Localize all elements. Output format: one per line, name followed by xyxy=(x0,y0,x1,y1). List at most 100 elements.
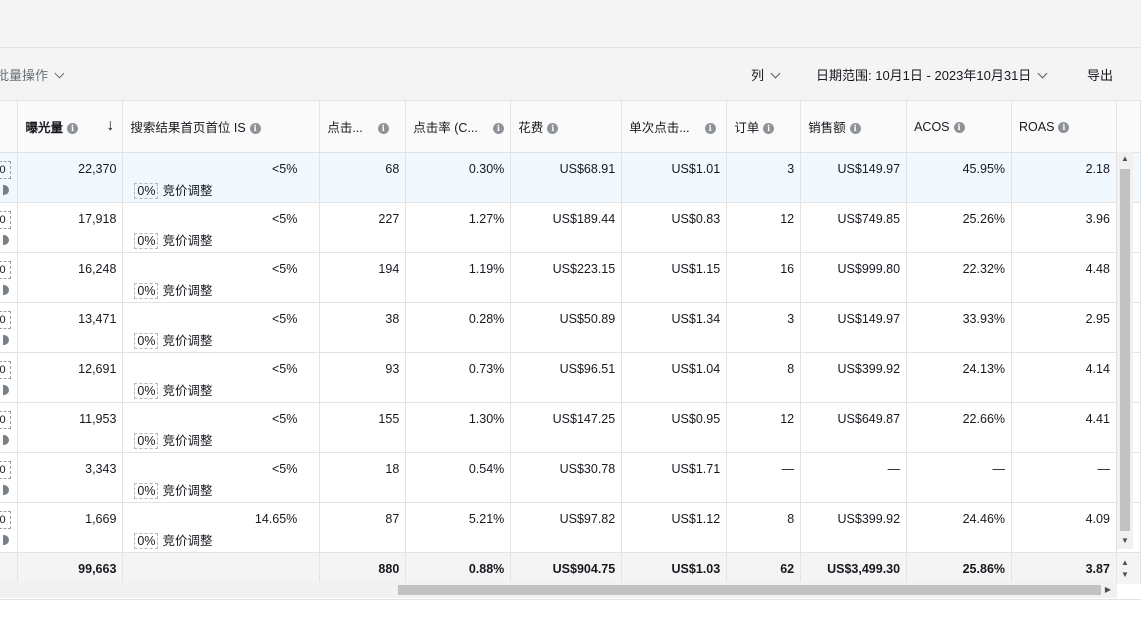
table-row[interactable]: 0 16,248 <5% 0% 竞价调整 194 1.19% US$223.15 U… xyxy=(0,252,1141,303)
row-edge-control[interactable]: 0 xyxy=(0,502,19,553)
cell-clicks: 194 xyxy=(319,252,407,303)
vertical-scrollbar[interactable]: ▲ ▼ xyxy=(1117,152,1133,549)
vertical-scrollbar-thumb[interactable] xyxy=(1120,169,1130,531)
cell-acos: — xyxy=(906,452,1013,503)
cell-cpc: US$0.95 xyxy=(621,402,728,453)
table-row[interactable]: 0 22,370 <5% 0% 竞价调整 68 0.30% US$68.91 US$… xyxy=(0,152,1141,203)
cell-spend: US$223.15 xyxy=(510,252,623,303)
row-edge-control[interactable]: 0 xyxy=(0,152,19,203)
info-icon[interactable]: i xyxy=(953,121,965,133)
row-edge-control[interactable]: 0 xyxy=(0,302,19,353)
export-button[interactable]: 导出 xyxy=(1087,65,1113,84)
info-icon[interactable]: i xyxy=(67,123,78,134)
table-row[interactable]: 0 13,471 <5% 0% 竞价调整 38 0.28% US$50.89 US$… xyxy=(0,302,1141,353)
chevron-down-icon xyxy=(1037,68,1048,79)
table-row[interactable]: 0 11,953 <5% 0% 竞价调整 155 1.30% US$147.25 U… xyxy=(0,402,1141,453)
bid-adjustment[interactable]: 0% 竞价调整 xyxy=(134,530,213,549)
scroll-right-arrow-icon[interactable]: ▶ xyxy=(1100,585,1116,594)
total-cpc: US$1.03 xyxy=(621,552,728,584)
header-sales[interactable]: 销售额 i xyxy=(800,100,908,153)
scroll-up-arrow-icon[interactable]: ▲ xyxy=(1117,154,1133,163)
cell-cpc: US$1.15 xyxy=(621,252,728,303)
header-spend[interactable]: 花费 i xyxy=(510,100,623,153)
bid-adjustment[interactable]: 0% 竞价调整 xyxy=(134,330,213,349)
cell-ctr: 1.27% xyxy=(405,202,512,253)
date-range-label: 日期范围: 10月1日 - 2023年10月31日 xyxy=(816,68,1032,83)
cell-orders: 8 xyxy=(726,502,802,553)
cell-spend: US$189.44 xyxy=(510,202,623,253)
header-top-of-search-is[interactable]: 搜索结果首页首位 IS i xyxy=(122,100,321,153)
info-icon[interactable]: i xyxy=(492,123,504,134)
totals-scroll-up-arrow-icon[interactable]: ▲ xyxy=(1117,558,1133,567)
horizontal-scrollbar-thumb[interactable] xyxy=(398,585,1101,595)
cell-acos: 24.13% xyxy=(906,352,1013,403)
bid-adjustment[interactable]: 0% 竞价调整 xyxy=(134,380,213,399)
columns-dropdown[interactable]: 列 xyxy=(751,65,781,84)
cell-roas: 2.95 xyxy=(1011,302,1117,353)
info-icon[interactable]: i xyxy=(547,123,559,134)
cell-ctr: 5.21% xyxy=(405,502,512,553)
cell-clicks: 38 xyxy=(319,302,407,353)
cell-spend: US$96.51 xyxy=(510,352,623,403)
cell-impressions: 3,343 xyxy=(17,452,124,503)
bid-adjustment[interactable]: 0% 竞价调整 xyxy=(134,180,213,199)
cell-acos: 45.95% xyxy=(906,152,1013,203)
bid-adjustment[interactable]: 0% 竞价调整 xyxy=(134,480,213,499)
cell-orders: 16 xyxy=(726,252,802,303)
table-row[interactable]: 0 12,691 <5% 0% 竞价调整 93 0.73% US$96.51 US$… xyxy=(0,352,1141,403)
table-toolbar: 批量操作 列 日期范围: 10月1日 - 2023年10月31日 导出 xyxy=(0,48,1141,100)
info-icon[interactable]: i xyxy=(849,123,861,134)
header-impressions[interactable]: 曝光量 i ↓ xyxy=(17,100,124,153)
date-range-dropdown[interactable]: 日期范围: 10月1日 - 2023年10月31日 xyxy=(816,65,1048,84)
row-edge-control[interactable]: 0 xyxy=(0,252,19,303)
cell-clicks: 155 xyxy=(319,402,407,453)
cell-roas: 4.09 xyxy=(1011,502,1117,553)
cell-top-of-search-is: <5% 0% 竞价调整 xyxy=(122,252,321,303)
totals-scroll-down-arrow-icon[interactable]: ▼ xyxy=(1117,570,1133,579)
table-row[interactable]: 0 3,343 <5% 0% 竞价调整 18 0.54% US$30.78 US$1… xyxy=(0,452,1141,503)
total-orders: 62 xyxy=(726,552,802,584)
info-icon[interactable]: i xyxy=(377,123,389,134)
cell-roas: 3.96 xyxy=(1011,202,1117,253)
cell-acos: 22.32% xyxy=(906,252,1013,303)
header-ctr[interactable]: 点击率 (C... i xyxy=(405,100,512,153)
export-label: 导出 xyxy=(1087,68,1114,83)
table-row[interactable]: 0 1,669 14.65% 0% 竞价调整 87 5.21% US$97.82 U… xyxy=(0,502,1141,553)
info-icon[interactable]: i xyxy=(249,123,261,134)
row-edge-control[interactable]: 0 xyxy=(0,452,19,503)
scroll-down-arrow-icon[interactable]: ▼ xyxy=(1117,536,1133,545)
row-edge-control[interactable]: 0 xyxy=(0,352,19,403)
header-roas[interactable]: ROAS i xyxy=(1011,100,1117,153)
row-edge-control[interactable]: 0 xyxy=(0,202,19,253)
cell-roas: 4.48 xyxy=(1011,252,1117,303)
bid-adjustment[interactable]: 0% 竞价调整 xyxy=(134,230,213,249)
cell-top-of-search-is: <5% 0% 竞价调整 xyxy=(122,202,321,253)
cell-top-of-search-is: 14.65% 0% 竞价调整 xyxy=(122,502,321,553)
bulk-actions-dropdown[interactable]: 批量操作 xyxy=(0,65,65,84)
cell-sales: US$649.87 xyxy=(800,402,908,453)
toggle-dot-icon xyxy=(3,285,10,295)
cell-orders: 3 xyxy=(726,152,802,203)
info-icon[interactable]: i xyxy=(704,123,716,134)
header-filler xyxy=(1116,100,1141,153)
cell-ctr: 0.54% xyxy=(405,452,512,503)
row-edge-control[interactable]: 0 xyxy=(0,402,19,453)
bid-adjustment[interactable]: 0% 竞价调整 xyxy=(134,430,213,449)
table-row[interactable]: 0 17,918 <5% 0% 竞价调整 227 1.27% US$189.44 U… xyxy=(0,202,1141,253)
cell-cpc: US$1.04 xyxy=(621,352,728,403)
cell-top-of-search-is: <5% 0% 竞价调整 xyxy=(122,452,321,503)
info-icon[interactable]: i xyxy=(1058,121,1070,133)
cell-impressions: 17,918 xyxy=(17,202,124,253)
header-cpc[interactable]: 单次点击... i xyxy=(621,100,728,153)
bid-adjustment[interactable]: 0% 竞价调整 xyxy=(134,280,213,299)
toggle-dot-icon xyxy=(3,435,10,445)
header-edge xyxy=(0,100,19,153)
header-clicks[interactable]: 点击... i xyxy=(319,100,407,153)
info-icon[interactable]: i xyxy=(763,123,775,134)
header-orders[interactable]: 订单 i xyxy=(726,100,802,153)
horizontal-scrollbar[interactable]: ▶ xyxy=(0,582,1117,598)
header-acos[interactable]: ACOS i xyxy=(906,100,1013,153)
sort-descending-icon[interactable]: ↓ xyxy=(106,117,114,135)
cell-roas: 4.41 xyxy=(1011,402,1117,453)
cell-sales: US$999.80 xyxy=(800,252,908,303)
